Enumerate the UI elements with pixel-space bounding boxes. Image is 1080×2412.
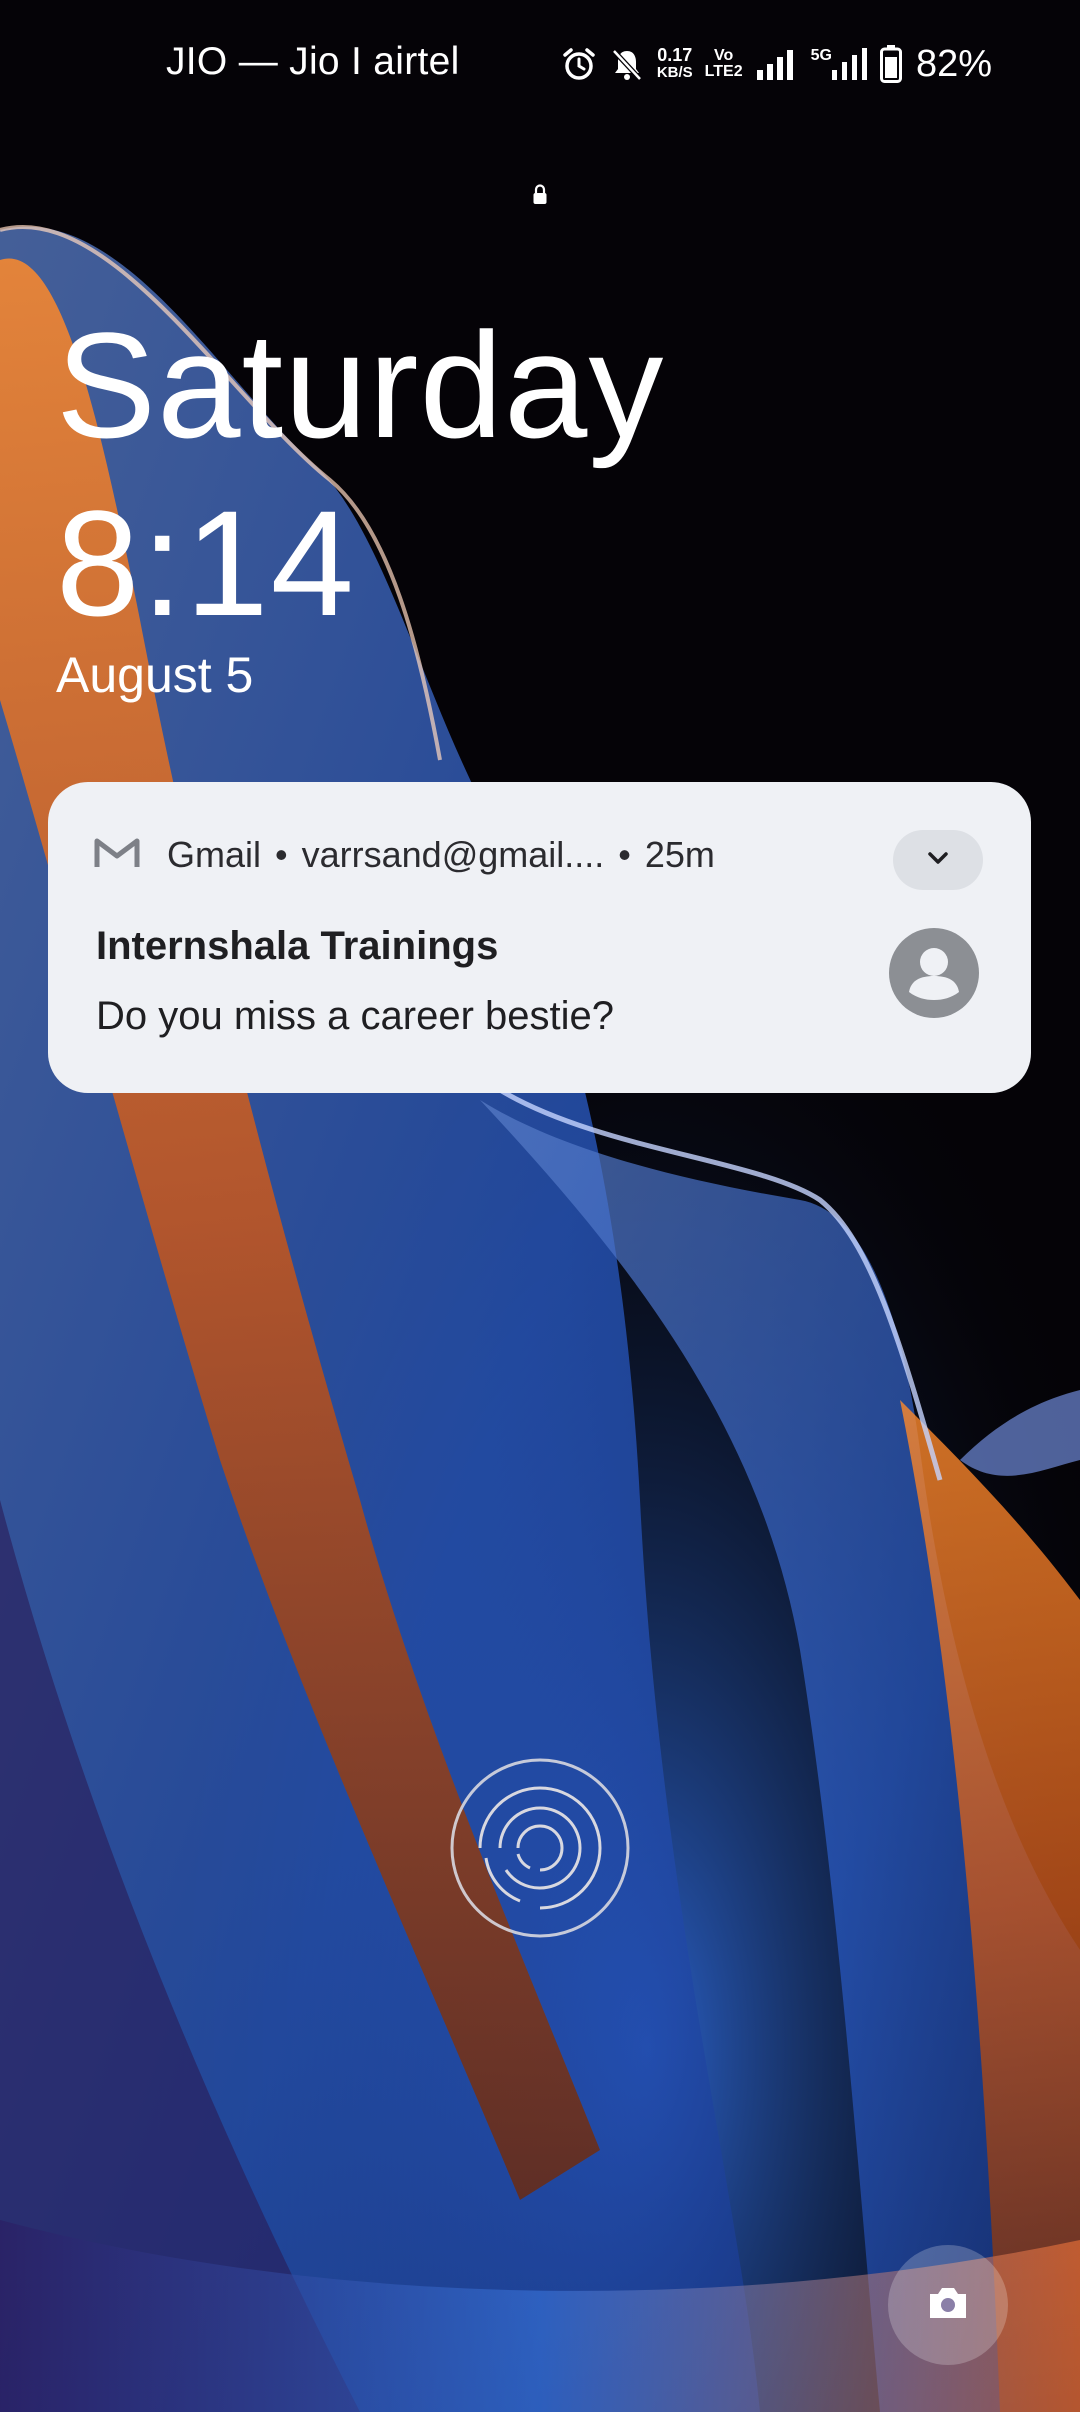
fingerprint-sensor[interactable] [450, 1758, 630, 1938]
network-speed-value: 0.17 [657, 45, 693, 65]
network-speed-unit: KB/S [656, 64, 693, 81]
alarm-icon [561, 46, 597, 82]
carrier-label: JIO — Jio I airtel [166, 40, 460, 83]
sender-avatar [889, 928, 979, 1018]
header-separator: • [275, 834, 288, 875]
fingerprint-icon [450, 1758, 630, 1938]
battery-percentage: 82% [915, 42, 992, 85]
expand-notification-button[interactable] [893, 830, 983, 890]
battery-icon [879, 45, 902, 83]
lockscreen-day: Saturday [56, 301, 665, 469]
network-speed: 0.17 KB/S [656, 45, 693, 81]
person-icon [909, 948, 959, 1000]
lock-icon [532, 184, 548, 211]
lockscreen-time: 8:14 [56, 479, 356, 647]
status-bar: JIO — Jio I airtel 0.17 KB/S Vo LTE2 5G … [0, 0, 1080, 130]
gmail-icon [94, 836, 140, 875]
notification-header: Gmail • varrsand@gmail.... • 25m [167, 834, 715, 876]
notification-title: Internshala Trainings [96, 924, 499, 968]
lockscreen-date: August 5 [56, 647, 254, 703]
notification-account: varrsand@gmail.... [301, 834, 605, 875]
notification-app-name: Gmail [167, 834, 262, 875]
status-icons: 0.17 KB/S Vo LTE2 5G 82% [561, 38, 992, 90]
camera-shortcut-button[interactable] [888, 2245, 1008, 2365]
header-separator: • [618, 834, 631, 875]
notification-body: Do you miss a career bestie? [96, 994, 615, 1038]
volte-indicator: Vo LTE2 [705, 48, 743, 80]
volte-bottom-label: LTE2 [704, 63, 743, 80]
chevron-down-icon [926, 850, 950, 871]
signal-icon [755, 48, 799, 80]
signal-5g-icon: 5G [811, 48, 868, 80]
volte-top-label: Vo [713, 47, 734, 64]
network-type-label: 5G [810, 47, 832, 64]
gmail-notification[interactable]: Gmail • varrsand@gmail.... • 25m Internshala… [48, 782, 1031, 1093]
notification-age: 25m [644, 834, 715, 875]
camera-icon [926, 2285, 970, 2326]
bell-off-icon [609, 46, 645, 82]
